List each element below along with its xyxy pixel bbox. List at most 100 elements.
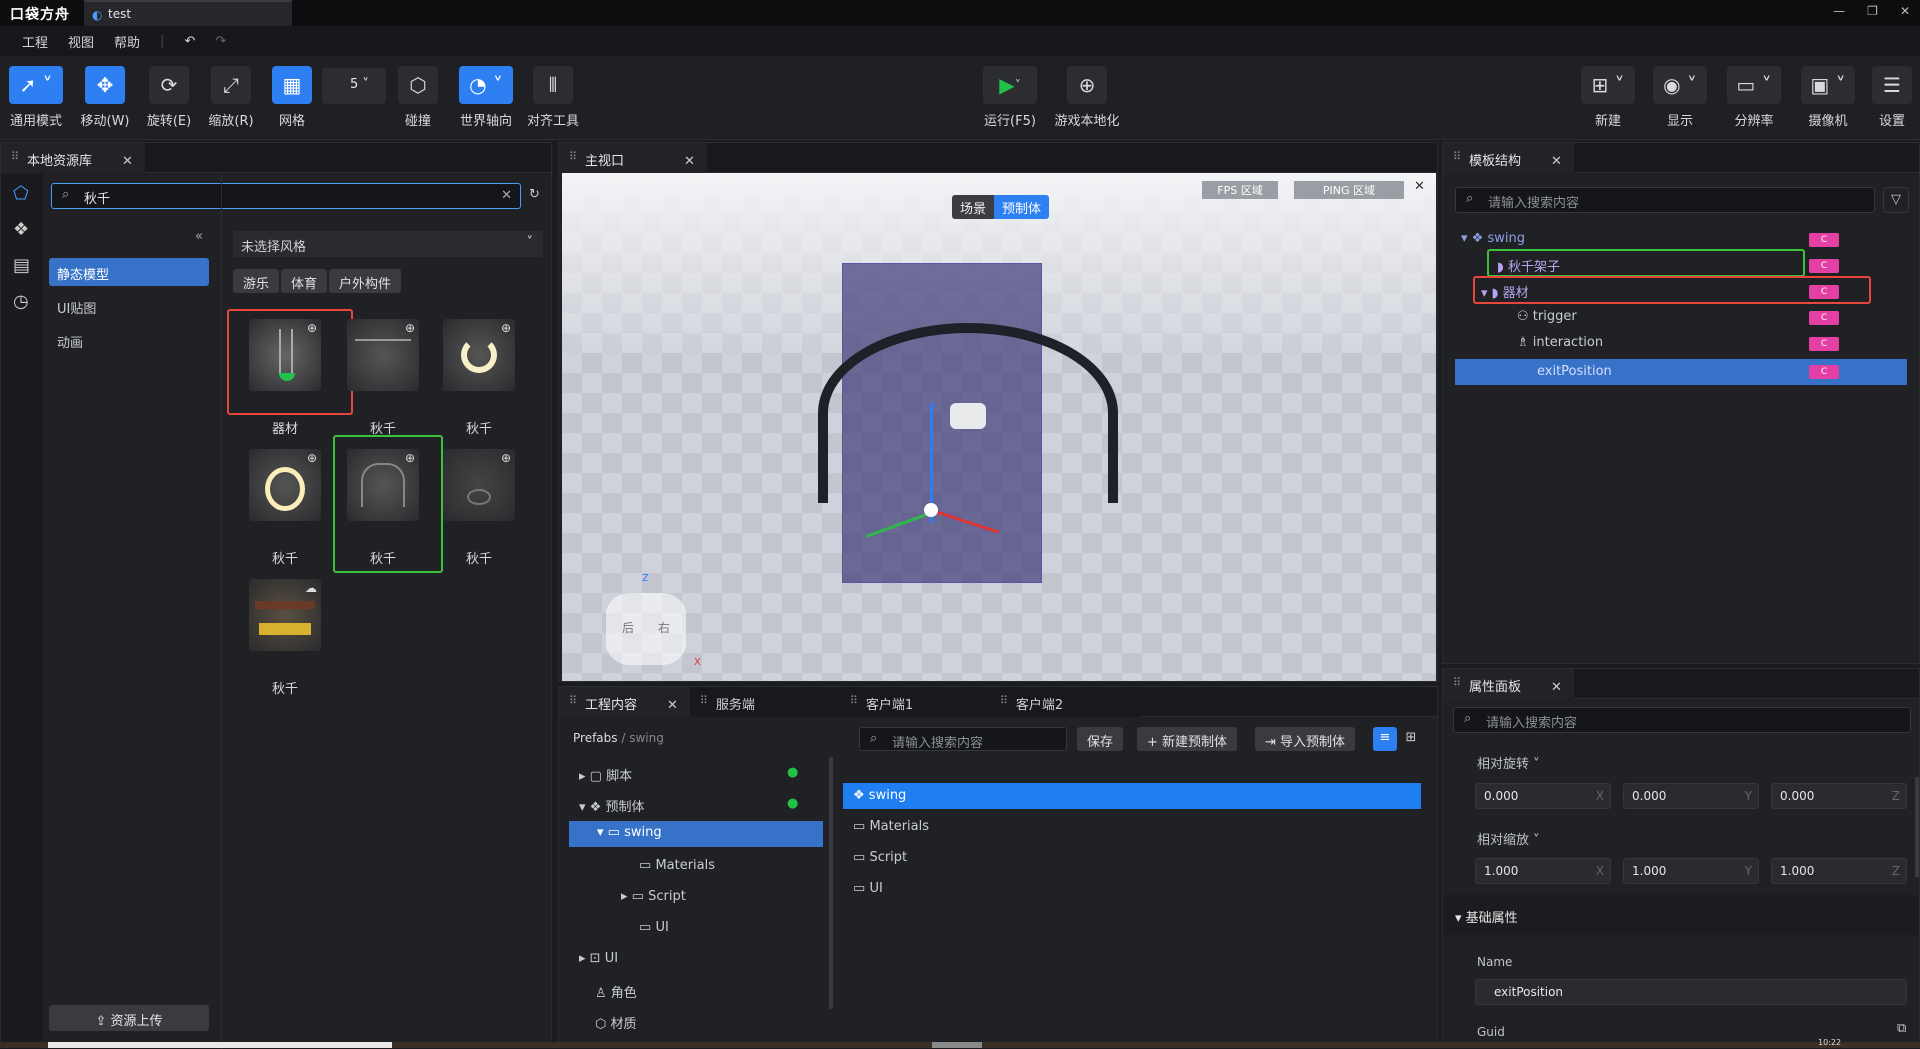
asset-thumb-swing-4[interactable]: ⊕ — [347, 449, 419, 521]
display-tool[interactable]: ◉ ˅ 显示 — [1652, 66, 1708, 129]
prefab-icon[interactable]: ❖ — [13, 219, 29, 240]
run-tool[interactable]: ▶ ˅ 运行(F5) — [980, 66, 1040, 129]
asset-thumb-swing-1[interactable]: ⊕ — [347, 319, 419, 391]
world-axis-tool[interactable]: ◔ ˅ 世界轴向 — [456, 66, 516, 129]
relative-scale-label[interactable]: 相对缩放 ˅ — [1477, 829, 1540, 848]
rotation-x-field[interactable]: 0.000 X — [1475, 783, 1611, 809]
new-tool[interactable]: ⊞ ˅ 新建 — [1580, 66, 1636, 129]
style-select[interactable]: 未选择风格 ˅ — [233, 231, 543, 257]
rotation-z-field[interactable]: 0.000 Z — [1771, 783, 1907, 809]
new-prefab-button[interactable]: + 新建预制体 — [1137, 727, 1238, 751]
basic-properties-header[interactable]: ▾ 基础属性 — [1443, 895, 1919, 935]
file-row-ui[interactable]: ▭ UI — [853, 881, 883, 903]
taskbar-scroll-thumb[interactable] — [932, 1042, 982, 1048]
collapse-icon[interactable]: « — [195, 229, 203, 244]
category-ui-texture[interactable]: UI贴图 — [57, 298, 96, 317]
tree-item-character[interactable]: ♙ 角色 — [595, 982, 637, 1004]
move-tool[interactable]: ✥ 移动(W) — [80, 66, 130, 129]
category-static-model[interactable]: 静态模型 — [49, 258, 209, 286]
asset-thumb-swing-3[interactable]: ⊕ — [249, 449, 321, 521]
tab-properties[interactable]: ⠿ 属性面板 ✕ — [1443, 668, 1574, 699]
close-icon[interactable]: ✕ — [1414, 179, 1425, 194]
properties-search-input[interactable]: ⌕ 请输入搜索内容 — [1453, 707, 1911, 733]
zoom-icon[interactable]: ⊕ — [501, 321, 511, 335]
c-badge[interactable]: C — [1809, 259, 1839, 273]
tree-item-swing[interactable]: ▾ ▭ swing — [569, 821, 823, 847]
asset-thumb-swing-6[interactable]: ☁ — [249, 579, 321, 651]
c-badge[interactable]: C — [1809, 337, 1839, 351]
grid-view-icon[interactable]: ⊞ — [1399, 727, 1423, 751]
hierarchy-node-exit-position[interactable]: exitPosition — [1455, 359, 1907, 385]
c-badge[interactable]: C — [1809, 233, 1839, 247]
hierarchy-node-equipment[interactable]: ▾ ◗ 器材 — [1481, 282, 1529, 304]
clock-icon[interactable]: ◷ — [13, 291, 29, 312]
restore-icon[interactable]: ❐ — [1867, 4, 1878, 18]
cloud-download-icon[interactable]: ☁ — [305, 581, 317, 595]
tab-project-content[interactable]: ⠿ 工程内容 ✕ — [559, 686, 690, 717]
tag-outdoor[interactable]: 户外构件 — [329, 269, 402, 293]
tag-amusement[interactable]: 游乐 — [233, 269, 280, 293]
close-icon[interactable]: ✕ — [122, 154, 133, 169]
document-tab[interactable]: ◐ test — [84, 0, 292, 26]
tree-scrollbar[interactable] — [829, 757, 833, 1009]
grid-size-select[interactable]: 5 ˅ — [322, 68, 386, 104]
camera-tool[interactable]: ▣ ˅ 摄像机 — [1800, 66, 1856, 129]
list-view-icon[interactable]: ≡ — [1373, 727, 1397, 751]
tree-item-ui[interactable]: ▸ ⊡ UI — [579, 951, 618, 973]
filter-icon[interactable]: ▽ — [1883, 187, 1909, 213]
clear-icon[interactable]: ✕ — [501, 188, 512, 203]
localize-tool[interactable]: ⊕ 游戏本地化 — [1052, 66, 1122, 129]
c-badge[interactable]: C — [1809, 311, 1839, 325]
tree-item-ui-folder[interactable]: ▭ UI — [639, 920, 669, 942]
mode-prefab-button[interactable]: 预制体 — [994, 195, 1050, 219]
relative-rotation-label[interactable]: 相对旋转 ˅ — [1477, 753, 1540, 772]
minimize-icon[interactable]: — — [1833, 4, 1845, 18]
close-icon[interactable]: ✕ — [1900, 4, 1910, 18]
close-icon[interactable]: ✕ — [1551, 680, 1562, 695]
file-row-materials[interactable]: ▭ Materials — [853, 819, 929, 841]
tab-hierarchy[interactable]: ⠿ 模板结构 ✕ — [1443, 142, 1574, 173]
menu-project[interactable]: 工程 — [22, 32, 48, 51]
fps-area-button[interactable]: FPS 区域 — [1202, 181, 1278, 199]
tree-item-prefabs[interactable]: ▾ ❖ 预制体 ● — [579, 796, 798, 818]
hierarchy-search-input[interactable]: ⌕ 请输入搜索内容 — [1455, 187, 1875, 213]
close-icon[interactable]: ✕ — [667, 698, 678, 713]
view-cube[interactable]: 后 右 — [606, 593, 686, 665]
tree-item-material[interactable]: ⬡ 材质 — [595, 1013, 637, 1035]
file-row-script[interactable]: ▭ Script — [853, 850, 907, 872]
view-cube-right[interactable]: 右 — [658, 619, 670, 636]
menu-view[interactable]: 视图 — [68, 32, 94, 51]
gizmo-center[interactable] — [924, 503, 938, 517]
shapes-icon[interactable]: ⬠ — [13, 183, 29, 204]
close-icon[interactable]: ✕ — [684, 154, 695, 169]
save-button[interactable]: 保存 — [1077, 727, 1124, 751]
hierarchy-node-interaction[interactable]: ♗ interaction — [1517, 335, 1603, 357]
tree-item-script[interactable]: ▸ ▭ Script — [621, 889, 686, 911]
ping-area-button[interactable]: PING 区域 — [1294, 181, 1404, 199]
tab-client-2[interactable]: ⠿ 客户端2 — [989, 686, 1140, 717]
close-icon[interactable]: ✕ — [1551, 154, 1562, 169]
general-mode-tool[interactable]: ➚ ˅ 通用模式 — [8, 66, 64, 129]
properties-scrollbar[interactable] — [1915, 777, 1919, 877]
zoom-icon[interactable]: ⊕ — [501, 451, 511, 465]
rotation-y-field[interactable]: 0.000 Y — [1623, 783, 1759, 809]
view-cube-back[interactable]: 后 — [622, 619, 634, 636]
zoom-icon[interactable]: ⊕ — [307, 321, 317, 335]
tab-asset-library[interactable]: ⠿ 本地资源库 ✕ — [1, 142, 145, 173]
c-badge[interactable]: C — [1809, 365, 1839, 379]
asset-thumb-swing-5[interactable]: ⊕ — [443, 449, 515, 521]
scene-canvas[interactable]: 场景 预制体 FPS 区域 PING 区域 ✕ 后 右 Z X — [562, 173, 1436, 681]
zoom-icon[interactable]: ⊕ — [405, 321, 415, 335]
breadcrumb-root[interactable]: Prefabs — [573, 731, 618, 745]
tag-sports[interactable]: 体育 — [281, 269, 328, 293]
menu-help[interactable]: 帮助 — [114, 32, 140, 51]
redo-icon[interactable]: ↷ — [215, 34, 226, 49]
name-field[interactable]: exitPosition — [1475, 979, 1907, 1005]
import-prefab-button[interactable]: ⇥ 导入预制体 — [1255, 727, 1356, 751]
project-search-input[interactable]: ⌕ 请输入搜索内容 — [859, 727, 1067, 751]
rotate-tool[interactable]: ⟳ 旋转(E) — [144, 66, 194, 129]
undo-icon[interactable]: ↶ — [184, 34, 195, 49]
tab-server[interactable]: ⠿ 服务端 — [689, 686, 840, 717]
scale-z-field[interactable]: 1.000 Z — [1771, 858, 1907, 884]
hierarchy-node-trigger[interactable]: ⚇ trigger — [1517, 309, 1577, 331]
